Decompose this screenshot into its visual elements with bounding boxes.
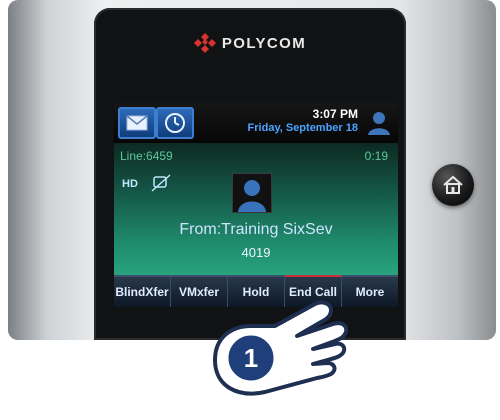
- caller-user-icon: [238, 180, 266, 212]
- hd-audio-icon: HD: [122, 178, 138, 190]
- svg-text:HD: HD: [122, 178, 138, 190]
- clock-icon: [165, 113, 185, 133]
- call-duration: 0:19: [364, 149, 388, 163]
- caller-avatar: [232, 173, 272, 213]
- envelope-icon: [126, 115, 148, 131]
- line-label: Line:6459: [120, 149, 173, 163]
- mic-muted-icon: [151, 174, 171, 192]
- user-icon: [368, 112, 390, 135]
- caller-name: From:Training SixSev: [179, 221, 333, 238]
- brand: POLYCOM: [94, 32, 406, 54]
- clock-date: Friday, September 18: [247, 122, 358, 134]
- polycom-logo-icon: [193, 33, 216, 53]
- caller-extension: 4019: [241, 245, 271, 260]
- brand-name: POLYCOM: [221, 34, 307, 52]
- status-bar: 3:07 PM Friday, September 18: [114, 103, 398, 143]
- home-button[interactable]: [432, 164, 474, 206]
- blind-transfer-softkey[interactable]: BlindXfer: [114, 275, 171, 307]
- messages-button[interactable]: [118, 107, 156, 139]
- clock-time: 3:07 PM: [312, 107, 358, 121]
- active-call-panel: Line:6459 0:19 HD From:Training SixSev 4…: [114, 143, 398, 275]
- phone-screen: 3:07 PM Friday, September 18 Line:6459 0…: [114, 103, 398, 307]
- callout-number: 1: [244, 343, 258, 373]
- clock-button[interactable]: [156, 107, 194, 139]
- home-icon: [443, 175, 463, 194]
- pointing-hand-icon: 1: [213, 300, 349, 396]
